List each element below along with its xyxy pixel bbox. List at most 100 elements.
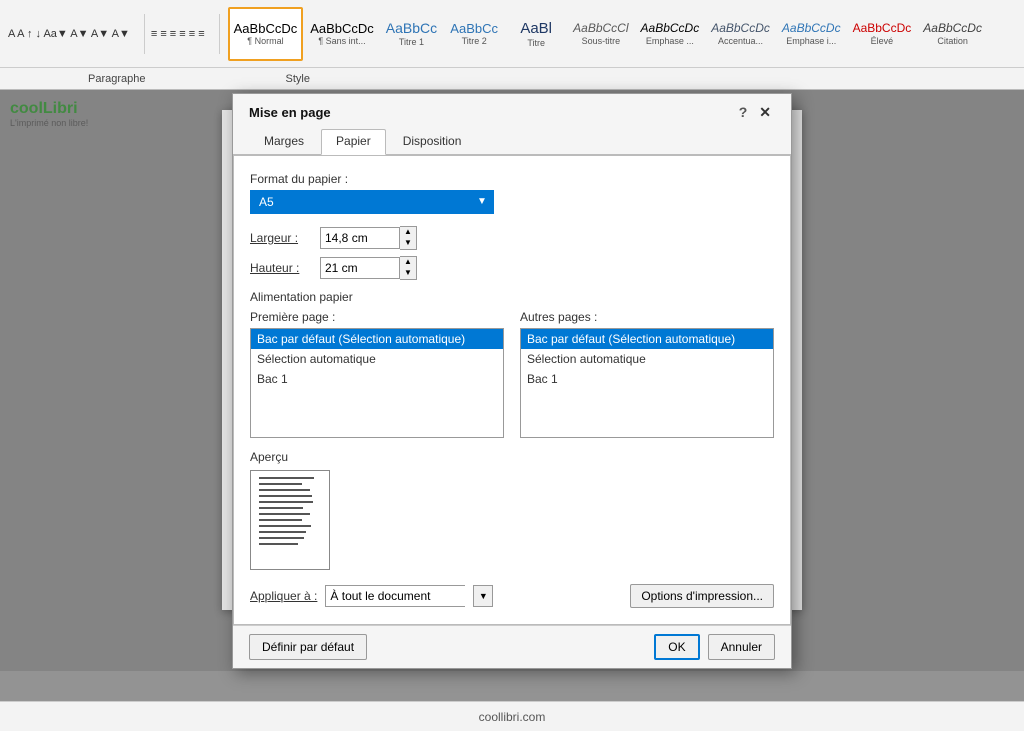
style-item-titre[interactable]: AaBl Titre	[506, 7, 566, 61]
style-item-sous-titre[interactable]: AaBbCcCl Sous-titre	[568, 7, 633, 61]
largeur-up-btn[interactable]: ▲	[400, 227, 416, 238]
style-sample-sans-int: AaBbCcDc	[310, 21, 374, 37]
apply-label: Appliquer à :	[250, 589, 317, 603]
dialog-tab-disposition[interactable]: Disposition	[388, 129, 477, 154]
ribbon-style-label: Style	[286, 73, 310, 85]
preview-line	[259, 477, 314, 479]
style-label-sans-int: ¶ Sans int...	[318, 36, 365, 46]
dialog-tab-papier[interactable]: Papier	[321, 129, 386, 155]
modal-overlay: Mise en page ? ✕ MargesPapierDisposition…	[0, 90, 1024, 671]
website-label: coollibri.com	[479, 710, 546, 724]
hauteur-input[interactable]	[320, 257, 400, 279]
dialog-close-button[interactable]: ✕	[755, 104, 775, 121]
dialog-title-bar: Mise en page ? ✕	[233, 94, 791, 121]
style-label-titre: Titre	[527, 38, 545, 48]
format-group: Format du papier : A5 ▼	[250, 172, 774, 214]
preview-line	[259, 537, 304, 539]
style-sample-emphase: AaBbCcDc	[641, 21, 700, 35]
format-dropdown-arrow[interactable]: ▼	[470, 190, 494, 214]
style-label-emph-intense: Emphase i...	[786, 36, 836, 46]
style-label-titre2: Titre 2	[462, 36, 487, 46]
largeur-label: Largeur :	[250, 231, 320, 245]
style-sample-normal: AaBbCcDc	[234, 21, 298, 37]
feed-item-selection-auto[interactable]: Sélection automatique	[251, 349, 503, 369]
style-item-citation[interactable]: AaBbCcDc Citation	[918, 7, 987, 61]
feed-section-label: Alimentation papier	[250, 290, 774, 304]
style-gallery: AaBbCcDc ¶ NormalAaBbCcDc ¶ Sans int...A…	[228, 7, 1016, 61]
feed-item-selection-auto[interactable]: Sélection automatique	[521, 349, 773, 369]
style-label-accentuation: Accentua...	[718, 36, 763, 46]
ribbon-labels: Paragraphe Style	[0, 68, 1024, 90]
definir-defaut-button[interactable]: Définir par défaut	[249, 634, 367, 660]
style-item-titre2[interactable]: AaBbCc Titre 2	[444, 7, 504, 61]
preview-line	[259, 501, 313, 503]
style-sample-sous-titre: AaBbCcCl	[573, 21, 628, 35]
largeur-input[interactable]	[320, 227, 400, 249]
autres-pages-listbox[interactable]: Bac par défaut (Sélection automatique)Sé…	[520, 328, 774, 438]
premiere-page-listbox[interactable]: Bac par défaut (Sélection automatique)Sé…	[250, 328, 504, 438]
hauteur-row: Hauteur : ▲ ▼	[250, 256, 774, 280]
dialog-body: Format du papier : A5 ▼ Largeur : ▲	[233, 155, 791, 625]
autres-pages-col: Autres pages : Bac par défaut (Sélection…	[520, 310, 774, 438]
hauteur-spinner: ▲ ▼	[320, 256, 417, 280]
feed-item-bac1[interactable]: Bac 1	[251, 369, 503, 389]
hauteur-label: Hauteur :	[250, 261, 320, 275]
style-sample-titre2: AaBbCc	[450, 21, 498, 37]
style-item-normal[interactable]: AaBbCcDc ¶ Normal	[228, 7, 304, 61]
style-item-accentuation[interactable]: AaBbCcDc Accentua...	[706, 7, 775, 61]
hauteur-spinner-btns: ▲ ▼	[400, 256, 417, 280]
dialog-footer: Définir par défaut OK Annuler	[233, 625, 791, 668]
divider-2	[219, 14, 220, 54]
dialog-tabs: MargesPapierDisposition	[233, 121, 791, 155]
largeur-down-btn[interactable]: ▼	[400, 238, 416, 249]
apply-row: Appliquer à : À tout le document ▼ Optio…	[250, 584, 774, 608]
style-item-sans-int[interactable]: AaBbCcDc ¶ Sans int...	[305, 7, 379, 61]
apply-select[interactable]: À tout le document	[325, 585, 465, 607]
ok-button[interactable]: OK	[654, 634, 699, 660]
style-label-sous-titre: Sous-titre	[582, 36, 621, 46]
divider-1	[144, 14, 145, 54]
style-item-emph-intense[interactable]: AaBbCcDc Emphase i...	[777, 7, 846, 61]
toolbar: A A ↑ ↓ Aa▼ A▼ A▼ A▼ ≡ ≡ ≡ ≡ ≡ ≡ AaBbCcD…	[0, 0, 1024, 68]
preview-area	[250, 470, 774, 570]
apply-dropdown-arrow[interactable]: ▼	[473, 585, 493, 607]
feed-item-bac-defaut[interactable]: Bac par défaut (Sélection automatique)	[251, 329, 503, 349]
style-label-normal: ¶ Normal	[247, 36, 283, 46]
format-label: Format du papier :	[250, 172, 774, 186]
options-impression-button[interactable]: Options d'impression...	[630, 584, 774, 608]
ribbon-paragraphe-label: Paragraphe	[88, 73, 146, 85]
style-item-emphase[interactable]: AaBbCcDc Emphase ...	[636, 7, 705, 61]
dialog-mise-en-page: Mise en page ? ✕ MargesPapierDisposition…	[232, 93, 792, 669]
largeur-spinner: ▲ ▼	[320, 226, 417, 250]
largeur-spinner-btns: ▲ ▼	[400, 226, 417, 250]
font-controls: A A ↑ ↓ Aa▼ A▼ A▼ A▼	[8, 28, 130, 40]
feed-columns: Première page : Bac par défaut (Sélectio…	[250, 310, 774, 438]
feed-item-bac-defaut[interactable]: Bac par défaut (Sélection automatique)	[521, 329, 773, 349]
dialog-help-icon[interactable]: ?	[739, 104, 748, 120]
dialog-controls: ? ✕	[739, 104, 775, 121]
style-label-emphase: Emphase ...	[646, 36, 694, 46]
preview-section: Aperçu	[250, 450, 774, 570]
hauteur-down-btn[interactable]: ▼	[400, 268, 416, 279]
style-label-citation: Citation	[937, 36, 968, 46]
style-label-eleve: Élevé	[871, 36, 894, 46]
preview-label: Aperçu	[250, 450, 774, 464]
preview-doc	[250, 470, 330, 570]
preview-line	[259, 513, 310, 515]
hauteur-up-btn[interactable]: ▲	[400, 257, 416, 268]
style-item-eleve[interactable]: AaBbCcDc Élevé	[848, 7, 917, 61]
style-sample-eleve: AaBbCcDc	[853, 21, 912, 35]
preview-line	[259, 489, 310, 491]
preview-line	[259, 483, 302, 485]
style-sample-accentuation: AaBbCcDc	[711, 21, 770, 35]
premiere-page-col: Première page : Bac par défaut (Sélectio…	[250, 310, 504, 438]
style-label-titre1: Titre 1	[399, 37, 424, 47]
dialog-tab-marges[interactable]: Marges	[249, 129, 319, 154]
style-item-titre1[interactable]: AaBbCc Titre 1	[381, 7, 442, 61]
largeur-row: Largeur : ▲ ▼	[250, 226, 774, 250]
format-select[interactable]: A5	[250, 190, 470, 214]
premiere-page-label: Première page :	[250, 310, 504, 324]
feed-item-bac1[interactable]: Bac 1	[521, 369, 773, 389]
annuler-button[interactable]: Annuler	[708, 634, 775, 660]
preview-line	[259, 543, 298, 545]
